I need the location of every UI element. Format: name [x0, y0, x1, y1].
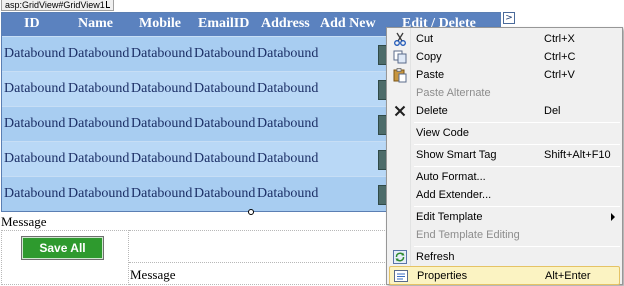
menu-item-label: Paste Alternate — [416, 87, 491, 99]
menu-item-label: Show Smart Tag — [416, 149, 497, 161]
table-cell: Databound — [68, 81, 130, 96]
table-cell: Databound — [257, 116, 319, 131]
column-header-name: Name — [78, 16, 113, 31]
menu-item-label: Copy — [416, 51, 442, 63]
caret-icon — [105, 1, 110, 8]
table-cell: Databound — [257, 46, 319, 61]
column-header-mobile: Mobile — [139, 16, 181, 31]
menu-item-shortcut: Del — [544, 105, 561, 117]
table-cell: Databound — [194, 186, 256, 201]
table-cell: Databound — [68, 116, 130, 131]
scissors-icon — [394, 32, 406, 46]
table-cell: Databound — [4, 186, 66, 201]
properties-icon — [394, 270, 408, 282]
menu-item-properties[interactable]: Properties Alt+Enter — [389, 266, 620, 285]
column-header-id: ID — [24, 16, 40, 31]
save-all-button[interactable]: Save All — [21, 236, 104, 260]
menu-item-auto-format[interactable]: Auto Format... — [389, 168, 620, 186]
column-header-add-new: Add New — [320, 16, 376, 31]
submenu-arrow-icon — [611, 213, 615, 221]
menu-item-delete[interactable]: Delete Del — [389, 102, 620, 120]
table-cell: Databound — [131, 81, 193, 96]
menu-item-label: Delete — [416, 105, 448, 117]
menu-separator — [414, 144, 620, 145]
smart-tag-button[interactable]: > — [503, 12, 515, 24]
table-cell: Databound — [257, 81, 319, 96]
table-cell: Databound — [257, 151, 319, 166]
message-label: Message — [130, 267, 176, 282]
menu-item-shortcut: Ctrl+X — [544, 33, 575, 45]
refresh-icon — [393, 250, 407, 264]
layout-table-divider — [129, 262, 387, 263]
table-cell: Databound — [68, 186, 130, 201]
column-header-address: Address — [261, 16, 310, 31]
column-header-emailid: EmailID — [198, 16, 250, 31]
menu-item-copy[interactable]: Copy Ctrl+C — [389, 48, 620, 66]
menu-item-add-extender[interactable]: Add Extender... — [389, 186, 620, 204]
paste-icon — [393, 68, 407, 83]
table-cell: Databound — [68, 151, 130, 166]
table-cell: Databound — [131, 151, 193, 166]
menu-item-show-smart-tag[interactable]: Show Smart Tag Shift+Alt+F10 — [389, 146, 620, 164]
table-cell: Databound — [194, 81, 256, 96]
table-cell: Databound — [194, 46, 256, 61]
design-surface: asp:GridView#GridView1 ID Name Mobile Em… — [0, 0, 624, 286]
control-tag-label: asp:GridView#GridView1 — [5, 0, 105, 10]
table-cell: Databound — [131, 46, 193, 61]
table-cell: Databound — [68, 46, 130, 61]
table-cell: Databound — [4, 151, 66, 166]
control-tag[interactable]: asp:GridView#GridView1 — [1, 0, 114, 11]
table-cell: Databound — [4, 116, 66, 131]
menu-item-label: Auto Format... — [416, 171, 486, 183]
menu-item-paste[interactable]: Paste Ctrl+V — [389, 66, 620, 84]
smart-tag-glyph: > — [505, 13, 513, 23]
menu-item-label: Edit Template — [416, 211, 483, 223]
menu-item-end-template-editing: End Template Editing — [389, 226, 620, 244]
menu-item-shortcut: Shift+Alt+F10 — [544, 149, 611, 161]
delete-icon — [394, 105, 406, 117]
menu-item-label: Refresh — [416, 251, 455, 263]
menu-item-cut[interactable]: Cut Ctrl+X — [389, 30, 620, 48]
table-cell: Databound — [257, 186, 319, 201]
table-cell: Databound — [131, 116, 193, 131]
menu-item-paste-alternate: Paste Alternate — [389, 84, 620, 102]
menu-separator — [414, 166, 620, 167]
menu-separator — [414, 122, 620, 123]
menu-item-edit-template[interactable]: Edit Template — [389, 208, 620, 226]
table-cell: Databound — [194, 151, 256, 166]
menu-item-label: Properties — [417, 270, 468, 282]
menu-item-label: Paste — [416, 69, 445, 81]
table-cell: Databound — [4, 81, 66, 96]
menu-item-refresh[interactable]: Refresh — [389, 248, 620, 266]
menu-item-shortcut: Ctrl+C — [544, 51, 576, 63]
menu-separator — [414, 246, 620, 247]
context-menu: Cut Ctrl+X Copy Ctrl+C Paste Ctrl+V Past… — [386, 27, 623, 285]
menu-item-shortcut: Ctrl+V — [544, 69, 575, 81]
menu-item-view-code[interactable]: View Code — [389, 124, 620, 142]
message-label: Message — [1, 214, 47, 229]
table-cell: Databound — [4, 46, 66, 61]
menu-item-label: End Template Editing — [416, 229, 520, 241]
menu-item-label: Add Extender... — [416, 189, 492, 201]
menu-separator — [414, 206, 620, 207]
table-cell: Databound — [131, 186, 193, 201]
table-cell: Databound — [194, 116, 256, 131]
menu-item-label: View Code — [416, 127, 469, 139]
menu-item-label: Cut — [416, 33, 434, 45]
resize-handle[interactable] — [248, 209, 254, 215]
copy-icon — [393, 50, 407, 64]
menu-item-shortcut: Alt+Enter — [545, 270, 591, 282]
